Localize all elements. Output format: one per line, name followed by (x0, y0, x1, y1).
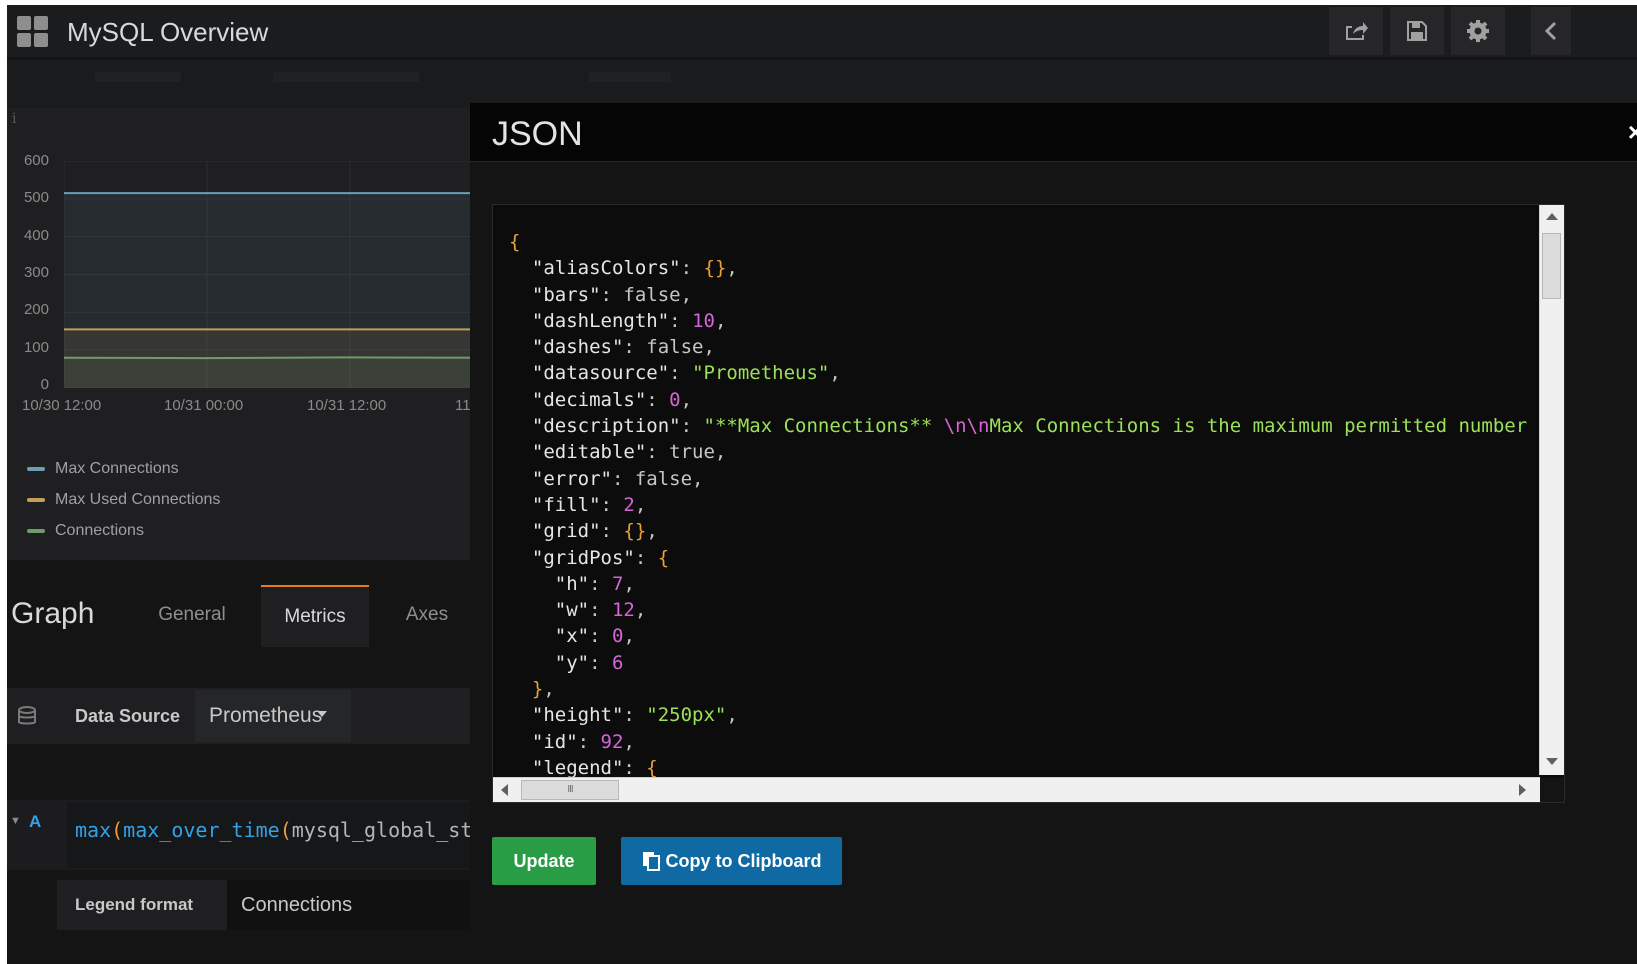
dashboard-subbar (7, 60, 1637, 108)
share-button[interactable] (1329, 7, 1383, 55)
settings-icon (1467, 20, 1489, 42)
update-button-label: Update (513, 850, 575, 871)
y-tick-label: 200 (23, 301, 49, 318)
tab-general[interactable]: General (137, 585, 247, 645)
horizontal-scrollbar[interactable]: III (493, 777, 1540, 802)
legend-label: Max Connections (55, 460, 179, 477)
series-area (64, 357, 484, 388)
subbar-segment (273, 72, 419, 82)
query-inner-fn: max_over_time (123, 818, 280, 842)
database-icon (17, 706, 39, 728)
query-fn: max (75, 818, 112, 842)
series-line[interactable] (64, 356, 484, 360)
x-tick-label: 10/30 12:00 (22, 397, 102, 414)
scrollbar-thumb[interactable]: III (521, 780, 619, 800)
modal-title: JSON (492, 115, 583, 153)
y-tick-label: 500 (23, 189, 49, 206)
query-paren: ( (111, 818, 124, 842)
json-editor[interactable]: { "aliasColors": {}, "bars": false, "das… (492, 204, 1565, 803)
y-tick-label: 100 (23, 339, 49, 356)
data-source-value: Prometheus (209, 704, 323, 727)
series-layer (64, 192, 484, 388)
json-modal: JSON × { "aliasColors": {}, "bars": fals… (470, 103, 1637, 964)
legend-swatch (27, 498, 45, 502)
x-tick-label: 11 (455, 397, 471, 414)
graph-plot[interactable] (64, 161, 484, 388)
subbar-segment (95, 72, 181, 82)
legend-swatch (27, 529, 45, 533)
scroll-right-arrow-icon[interactable] (1519, 784, 1526, 796)
share-icon (1346, 22, 1368, 40)
y-tick-label: 600 (23, 152, 49, 169)
data-source-select[interactable]: Prometheus (195, 690, 351, 742)
legend-swatch (27, 467, 45, 471)
scroll-left-arrow-icon[interactable] (501, 784, 508, 796)
y-tick-label: 300 (23, 264, 49, 281)
query-paren: ( (279, 818, 292, 842)
save-icon (1407, 21, 1427, 41)
top-navbar: MySQL Overview (7, 5, 1637, 57)
y-axis: 600 500 400 300 200 100 0 (7, 108, 49, 408)
settings-button[interactable] (1451, 7, 1505, 55)
dashboard-title[interactable]: MySQL Overview (67, 17, 268, 47)
copy-button-label: Copy to Clipboard (665, 850, 822, 871)
scrollbar-thumb[interactable] (1542, 233, 1561, 299)
legend-item-max-connections[interactable]: Max Connections (27, 460, 179, 478)
y-tick-label: 400 (23, 227, 49, 244)
x-tick-label: 10/31 12:00 (307, 397, 387, 414)
back-button[interactable] (1531, 7, 1571, 55)
save-button[interactable] (1390, 7, 1444, 55)
copy-to-clipboard-button[interactable]: Copy to Clipboard (621, 837, 842, 885)
json-code: { "aliasColors": {}, "bars": false, "das… (509, 231, 1528, 779)
tab-axes[interactable]: Axes (379, 585, 475, 645)
legend-item-max-used-connections[interactable]: Max Used Connections (27, 491, 220, 509)
legend-format-label: Legend format (57, 880, 227, 930)
grafana-app: MySQL Overview i 600 500 400 300 200 100… (7, 5, 1637, 964)
data-source-label: Data Source (75, 706, 181, 726)
back-icon (1545, 21, 1557, 41)
modal-header: JSON × (470, 103, 1637, 162)
close-icon[interactable]: × (1628, 117, 1637, 148)
query-metric: mysql_global_sta (291, 818, 485, 842)
update-button[interactable]: Update (492, 837, 596, 885)
subbar-segment (589, 72, 671, 82)
legend-label: Max Used Connections (55, 491, 221, 508)
dashboard-grid-icon[interactable] (17, 16, 49, 48)
clipboard-icon (642, 852, 660, 871)
query-ref-letter[interactable]: A (29, 812, 41, 832)
scrollbar-corner (1540, 778, 1564, 802)
tab-metrics[interactable]: Metrics (261, 585, 369, 647)
vertical-scrollbar[interactable] (1539, 205, 1564, 775)
caret-down-icon (317, 711, 327, 717)
scroll-down-arrow-icon[interactable] (1546, 758, 1558, 765)
y-tick-label: 0 (40, 376, 49, 393)
legend-label: Connections (55, 522, 144, 539)
editor-title: Graph (11, 597, 95, 630)
collapse-caret-icon[interactable]: ▼ (10, 815, 21, 827)
scroll-up-arrow-icon[interactable] (1546, 213, 1558, 220)
x-tick-label: 10/31 00:00 (164, 397, 244, 414)
legend-item-connections[interactable]: Connections (27, 522, 144, 540)
query-text: max(max_over_time(mysql_global_sta (75, 818, 484, 842)
